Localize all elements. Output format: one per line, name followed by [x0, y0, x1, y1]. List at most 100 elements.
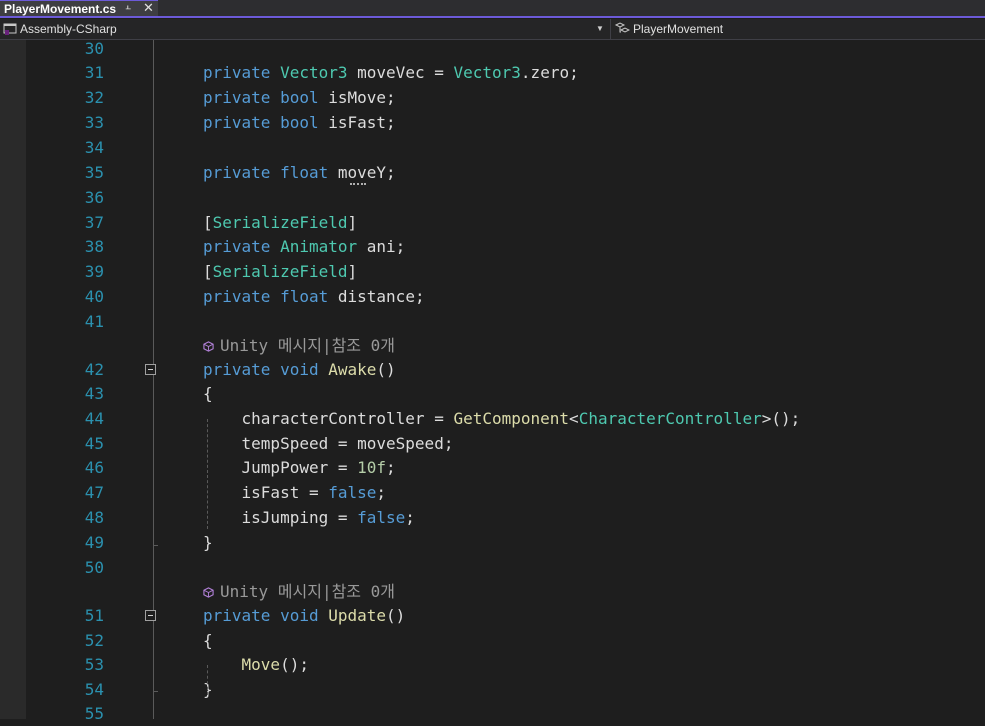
- code-token: ani;: [357, 237, 406, 256]
- code-token: Vector3: [280, 63, 348, 82]
- line-number: 50: [84, 558, 104, 577]
- line-number: 51: [84, 606, 104, 625]
- code-line: 43 {: [26, 382, 985, 406]
- code-line: 54}: [26, 678, 985, 702]
- line-number: 48: [84, 508, 104, 527]
- code-token: ]: [347, 213, 358, 232]
- code-line: 39 [SerializeField]: [26, 260, 985, 284]
- code-token: distance;: [328, 287, 425, 306]
- tab-title: PlayerMovement.cs: [4, 1, 117, 16]
- code-token: JumpPower =: [203, 458, 358, 477]
- suggestion-squiggle: [350, 181, 366, 185]
- code-line: 51 private void Update(): [26, 604, 985, 628]
- code-token: {: [203, 384, 213, 403]
- line-number: 42: [84, 360, 104, 379]
- code-text: private Animator ani;: [203, 235, 405, 259]
- tab-player-movement[interactable]: PlayerMovement.cs ⫠ ✕: [0, 0, 158, 16]
- code-line: 38 private Animator ani;: [26, 235, 985, 259]
- code-token: SerializeField: [212, 262, 348, 281]
- code-line: 32 private bool isMove;: [26, 86, 985, 110]
- line-number: 52: [84, 631, 104, 650]
- code-token: private: [203, 113, 271, 132]
- code-line: 35 private float moveY;: [26, 161, 985, 185]
- code-token: ;: [386, 458, 396, 477]
- line-number: 39: [84, 262, 104, 281]
- project-name: Assembly-CSharp: [20, 22, 117, 36]
- line-number: 55: [84, 704, 104, 723]
- fold-update-toggle[interactable]: [145, 610, 156, 621]
- code-line: 42 private void Awake(): [26, 358, 985, 382]
- code-line: 40 private float distance;: [26, 285, 985, 309]
- code-line: 52 {: [26, 629, 985, 653]
- code-token: private: [203, 360, 271, 379]
- code-line: 46 JumpPower = 10f;: [26, 456, 985, 480]
- code-token: float: [280, 163, 329, 182]
- code-token: moveVec =: [347, 63, 454, 82]
- code-token: private: [203, 163, 271, 182]
- code-token: }: [203, 533, 213, 552]
- code-token: tempSpeed = moveSpeed;: [203, 434, 454, 453]
- codelens-text: Unity 메시지|참조 0개: [220, 582, 396, 601]
- code-token: (): [386, 606, 406, 625]
- fold-end-marker: [153, 691, 158, 692]
- line-number: 53: [84, 655, 104, 674]
- code-token: float: [280, 287, 329, 306]
- code-token: .zero;: [520, 63, 579, 82]
- close-icon[interactable]: ✕: [143, 0, 154, 16]
- code-token: Animator: [280, 237, 358, 256]
- code-token: private: [203, 287, 271, 306]
- code-token: bool: [280, 113, 319, 132]
- code-line: 53 Move();: [26, 653, 985, 677]
- line-number: 38: [84, 237, 104, 256]
- codelens-unity-message[interactable]: Unity 메시지|참조 0개: [203, 334, 395, 358]
- unity-cube-icon: [203, 341, 214, 352]
- code-text: [SerializeField]: [203, 260, 357, 284]
- class-dropdown[interactable]: PlayerMovement: [610, 19, 985, 39]
- code-text: private bool isMove;: [203, 86, 396, 110]
- line-number: 54: [84, 680, 104, 699]
- code-text: }: [203, 531, 213, 555]
- code-line: 41: [26, 310, 985, 334]
- line-number: 47: [84, 483, 104, 502]
- project-dropdown[interactable]: Assembly-CSharp ▼: [0, 19, 608, 39]
- code-line: 31 private Vector3 moveVec = Vector3.zero…: [26, 61, 985, 85]
- method-body-guide: [207, 419, 208, 529]
- code-token: <: [569, 409, 579, 428]
- code-text: private void Update(): [203, 604, 405, 628]
- code-token: (): [376, 360, 396, 379]
- code-line: 50: [26, 556, 985, 580]
- code-editor[interactable]: 30 31 private Vector3 moveVec = Vector3.ze…: [26, 39, 985, 723]
- line-number: 34: [84, 138, 104, 157]
- line-number: 43: [84, 384, 104, 403]
- code-token: void: [280, 360, 319, 379]
- code-text: private float distance;: [203, 285, 425, 309]
- fold-end-marker: [153, 545, 158, 546]
- fold-awake-toggle[interactable]: [145, 364, 156, 375]
- code-token: isMove;: [318, 88, 396, 107]
- code-text: private bool isFast;: [203, 111, 396, 135]
- code-token: isFast;: [318, 113, 396, 132]
- pin-icon[interactable]: ⫠: [125, 1, 131, 12]
- code-token: ]: [347, 262, 358, 281]
- code-line: 45 tempSpeed = moveSpeed;: [26, 432, 985, 456]
- unity-cube-icon: [203, 587, 214, 598]
- code-token: [: [203, 262, 213, 281]
- line-number: 36: [84, 188, 104, 207]
- code-token: isJumping =: [203, 508, 358, 527]
- codelens-unity-message[interactable]: Unity 메시지|참조 0개: [203, 580, 395, 604]
- code-text: {: [203, 629, 213, 653]
- line-number: 41: [84, 312, 104, 331]
- code-text: Move();: [203, 653, 309, 677]
- code-token: Awake: [328, 360, 377, 379]
- codelens-text: Unity 메시지|참조 0개: [220, 336, 396, 355]
- code-token: private: [203, 606, 271, 625]
- code-line: 44 characterController = GetComponent<Ch…: [26, 407, 985, 431]
- code-token: Move: [241, 655, 281, 674]
- code-token: isFast =: [203, 483, 329, 502]
- chevron-down-icon[interactable]: ▼: [596, 24, 604, 33]
- code-token: 10f: [357, 458, 387, 477]
